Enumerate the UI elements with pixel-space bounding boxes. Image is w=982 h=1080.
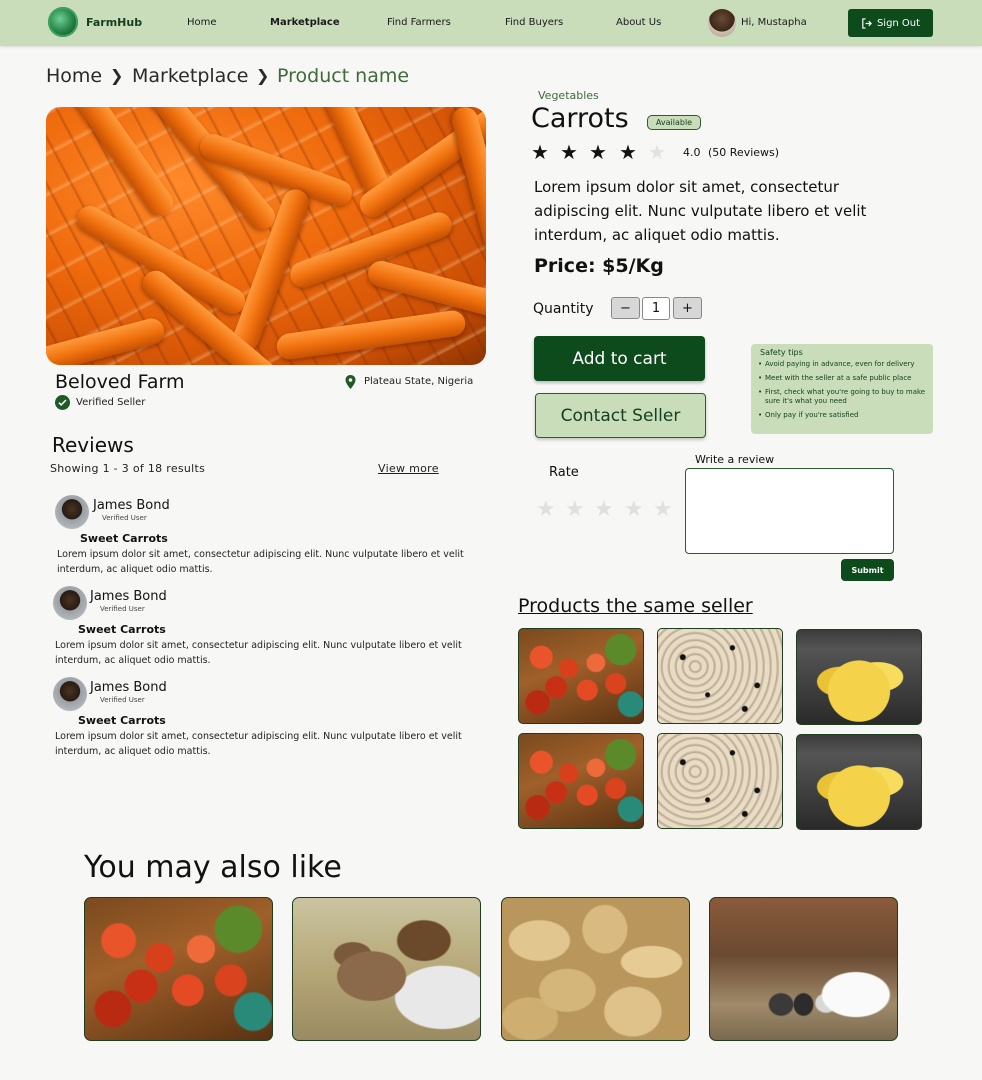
reviewer-badge: Verified User [100,605,145,613]
product-image [46,107,486,365]
reviewer-badge: Verified User [102,514,147,522]
brand-name[interactable]: FarmHub [86,16,142,29]
review-body: Lorem ipsum dolor sit amet, consectetur … [55,640,462,666]
recommended-product-peanuts[interactable] [501,897,690,1041]
same-seller-product-beans[interactable] [657,628,783,724]
rating-value: 4.0 [683,146,701,159]
reviewer-avatar [55,495,89,529]
location-pin-icon [345,375,356,389]
safety-tip: Meet with the seller at a safe public pl… [757,374,927,383]
view-more-link[interactable]: View more [378,462,439,475]
verified-check-icon [55,395,70,410]
same-seller-heading: Products the same seller [518,595,753,617]
safety-tip: First, check what you're going to buy to… [757,388,927,406]
sign-out-icon [862,17,872,29]
user-avatar[interactable] [708,9,736,37]
reviewer-name: James Bond [90,589,167,604]
reviewer-name: James Bond [93,498,170,513]
availability-badge: Available [647,115,701,130]
rate-label: Rate [549,465,579,480]
rate-star-icon[interactable]: ★ [536,497,556,522]
review-body: Lorem ipsum dolor sit amet, consectetur … [57,549,464,575]
same-seller-product-beans[interactable] [657,733,783,829]
verified-seller-label: Verified Seller [76,397,146,408]
quantity-increase-button[interactable]: + [673,297,702,319]
add-to-cart-button[interactable]: Add to cart [534,336,705,381]
breadcrumb-marketplace[interactable]: Marketplace [132,65,248,87]
star-empty-icon: ★ [648,140,666,164]
rate-star-icon[interactable]: ★ [653,497,673,522]
recommendations-heading: You may also like [84,850,342,885]
rate-star-icon[interactable]: ★ [624,497,644,522]
breadcrumb-home[interactable]: Home [46,65,102,87]
recommended-product-rabbits[interactable] [709,897,898,1041]
star-filled-icon: ★ [589,140,607,164]
reviewer-avatar [53,586,87,620]
safety-tips-panel: Safety tips Avoid paying in advance, eve… [751,344,933,434]
recommended-product-goat[interactable] [292,897,481,1041]
write-review-label: Write a review [695,453,775,466]
quantity-input[interactable]: 1 [642,297,670,320]
review-body: Lorem ipsum dolor sit amet, consectetur … [55,731,462,757]
farmhub-logo-icon[interactable] [48,7,78,37]
product-title: Carrots [531,103,629,134]
reviewer-name: James Bond [90,680,167,695]
farm-name[interactable]: Beloved Farm [55,371,184,393]
chevron-right-icon: ❯ [256,66,270,85]
reviews-count-text: Showing 1 - 3 of 18 results [50,462,206,475]
review-title: Sweet Carrots [78,623,166,636]
star-filled-icon: ★ [560,140,578,164]
review-title: Sweet Carrots [78,714,166,727]
recommended-product-tomatoes[interactable] [84,897,273,1041]
safety-tip: Avoid paying in advance, even for delive… [757,360,927,369]
same-seller-product-bananas[interactable] [796,629,922,725]
nav-about-us-link[interactable]: About Us [616,17,661,28]
safety-tip: Only pay if you're satisfied [757,411,927,420]
star-filled-icon: ★ [619,140,637,164]
user-greeting[interactable]: Hi, Mustapha [741,17,807,28]
nav-find-buyers-link[interactable]: Find Buyers [505,17,563,28]
product-description: Lorem ipsum dolor sit amet, consectetur … [534,178,867,244]
sign-out-button[interactable]: Sign Out [848,9,933,37]
safety-tips-title: Safety tips [760,348,803,357]
reviewer-badge: Verified User [100,696,145,704]
star-filled-icon: ★ [531,140,549,164]
breadcrumb-current: Product name [277,65,410,87]
submit-review-button[interactable]: Submit [841,559,894,581]
nav-home-link[interactable]: Home [187,17,217,28]
reviewer-avatar [53,677,87,711]
nav-find-farmers-link[interactable]: Find Farmers [387,17,451,28]
same-seller-product-bananas[interactable] [796,734,922,830]
product-price: Price: $5/Kg [534,255,664,277]
quantity-decrease-button[interactable]: − [611,297,640,319]
rating-count[interactable]: (50 Reviews) [708,146,779,159]
quantity-label: Quantity [533,301,594,317]
same-seller-product-tomatoes[interactable] [518,628,644,724]
review-title: Sweet Carrots [80,532,168,545]
review-textarea[interactable] [685,468,894,554]
sign-out-label: Sign Out [876,17,921,29]
reviews-heading: Reviews [52,433,134,457]
top-navbar: FarmHub Home Marketplace Find Farmers Fi… [0,0,982,46]
rate-star-icon[interactable]: ★ [594,497,614,522]
rate-star-icon[interactable]: ★ [565,497,585,522]
nav-marketplace-link[interactable]: Marketplace [270,17,340,28]
same-seller-product-tomatoes[interactable] [518,733,644,829]
contact-seller-button[interactable]: Contact Seller [535,393,706,438]
chevron-right-icon: ❯ [110,66,124,85]
product-category[interactable]: Vegetables [538,89,599,102]
seller-location: Plateau State, Nigeria [364,376,474,387]
